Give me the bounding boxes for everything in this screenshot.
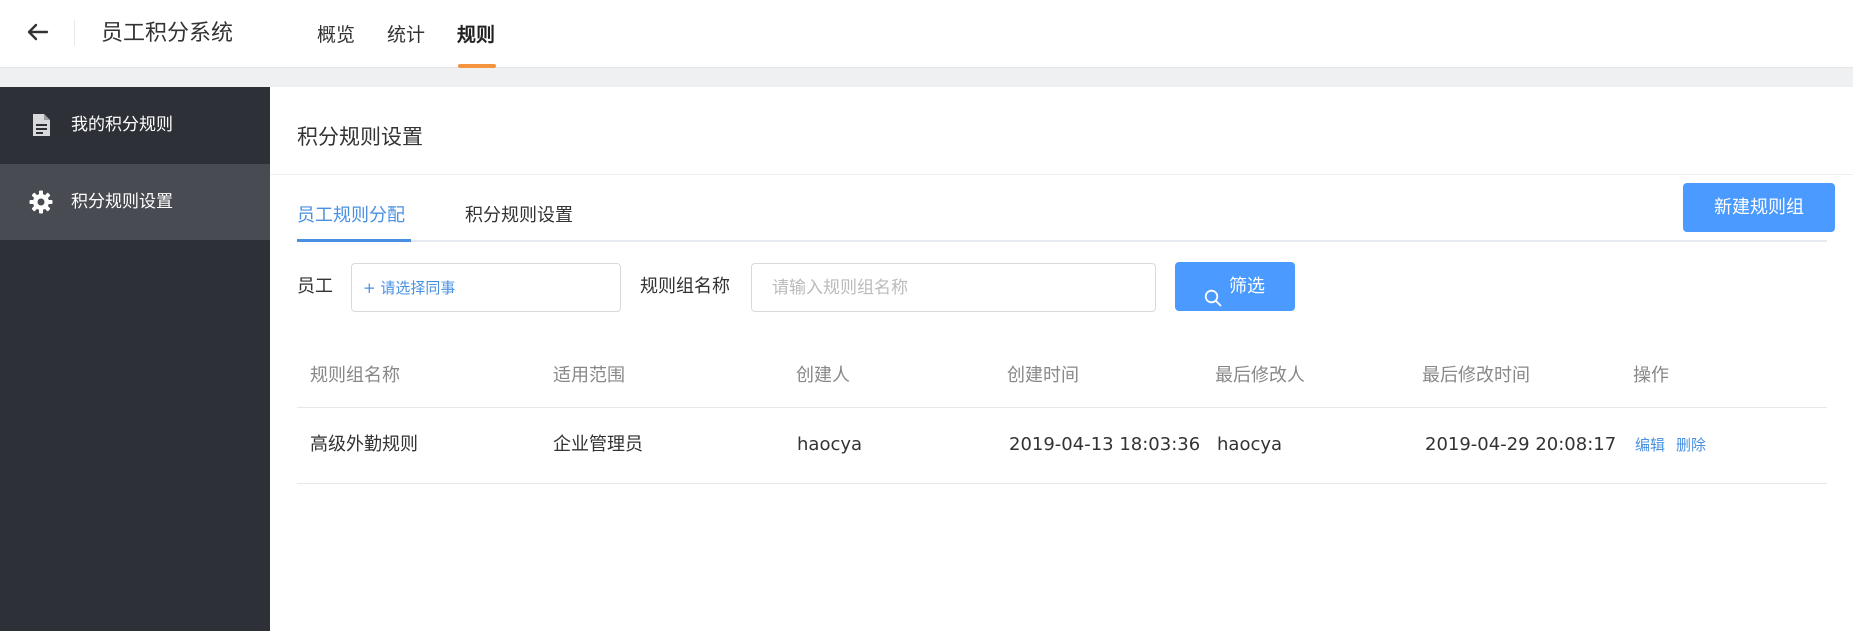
sidebar: 我的积分规则 积分规则设置 bbox=[0, 87, 270, 631]
title-divider bbox=[270, 174, 1853, 175]
nav-active-indicator bbox=[458, 64, 496, 68]
employee-picker-text: + 请选择同事 bbox=[363, 279, 456, 297]
table-header-divider bbox=[297, 407, 1827, 408]
main-panel: 积分规则设置 新建规则组 员工规则分配 积分规则设置 员工 + 请选择同事 规则… bbox=[270, 87, 1853, 631]
document-icon bbox=[29, 113, 53, 137]
tab-active-indicator bbox=[297, 239, 411, 242]
sidebar-item-label: 我的积分规则 bbox=[71, 115, 173, 135]
top-bar: 员工积分系统 概览 统计 规则 bbox=[0, 0, 1853, 68]
employee-picker[interactable]: + 请选择同事 bbox=[351, 263, 621, 312]
table-row-divider bbox=[297, 483, 1827, 484]
column-header: 规则组名称 bbox=[310, 365, 400, 386]
column-header: 最后修改人 bbox=[1215, 365, 1305, 386]
app-title: 员工积分系统 bbox=[101, 21, 234, 46]
delete-link[interactable]: 删除 bbox=[1676, 435, 1706, 455]
search-icon bbox=[1204, 277, 1222, 307]
cell-last-modifier: haocya bbox=[1217, 434, 1283, 455]
tab-employee-rule-assignment[interactable]: 员工规则分配 bbox=[297, 203, 405, 229]
cell-created-time: 2019-04-13 18:03:36 bbox=[1009, 434, 1201, 455]
column-header: 创建人 bbox=[796, 365, 850, 386]
nav-tab-statistics[interactable]: 统计 bbox=[387, 22, 425, 48]
sidebar-item-rule-settings[interactable]: 积分规则设置 bbox=[0, 164, 270, 240]
cell-last-modified-time: 2019-04-29 20:08:17 bbox=[1425, 434, 1617, 455]
column-header: 操作 bbox=[1633, 365, 1669, 386]
filter-button-label: 筛选 bbox=[1229, 276, 1265, 297]
cell-scope: 企业管理员 bbox=[553, 434, 643, 455]
sidebar-item-my-rules[interactable]: 我的积分规则 bbox=[0, 87, 270, 163]
gear-icon bbox=[29, 190, 53, 214]
column-header: 创建时间 bbox=[1007, 365, 1079, 386]
filter-button[interactable]: 筛选 bbox=[1175, 262, 1295, 311]
new-rule-group-button[interactable]: 新建规则组 bbox=[1683, 183, 1835, 232]
page-title: 积分规则设置 bbox=[297, 125, 423, 149]
cell-rule-group-name: 高级外勤规则 bbox=[310, 434, 418, 455]
employee-label: 员工 bbox=[297, 276, 333, 297]
back-arrow-icon[interactable] bbox=[26, 20, 50, 44]
cell-creator: haocya bbox=[797, 434, 863, 455]
group-name-label: 规则组名称 bbox=[640, 276, 730, 297]
sidebar-item-label: 积分规则设置 bbox=[71, 192, 173, 212]
tab-points-rule-settings[interactable]: 积分规则设置 bbox=[465, 203, 573, 229]
edit-link[interactable]: 编辑 bbox=[1635, 435, 1665, 455]
header-divider bbox=[74, 20, 75, 46]
column-header: 适用范围 bbox=[553, 365, 625, 386]
nav-tab-overview[interactable]: 概览 bbox=[317, 22, 355, 48]
nav-tab-rules[interactable]: 规则 bbox=[457, 22, 495, 48]
column-header: 最后修改时间 bbox=[1422, 365, 1530, 386]
group-name-input[interactable] bbox=[751, 263, 1156, 312]
tabs-baseline bbox=[297, 240, 1827, 242]
